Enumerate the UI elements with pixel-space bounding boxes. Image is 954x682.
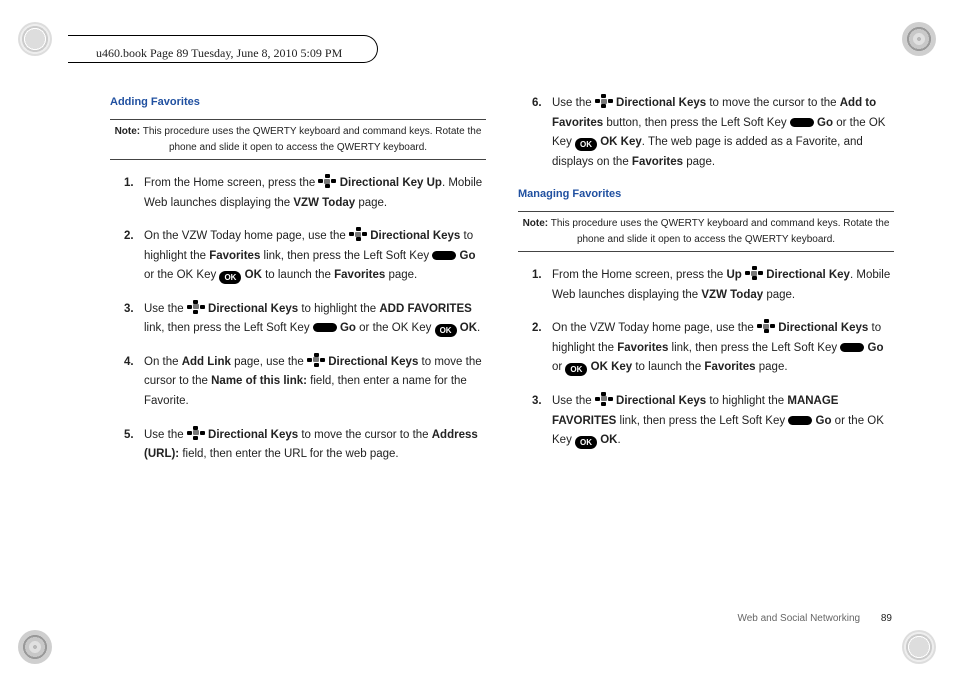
ok-key-icon: OK <box>435 324 457 337</box>
ok-key-icon: OK <box>219 271 241 284</box>
section-name: Web and Social Networking <box>737 613 860 624</box>
left-soft-key-icon <box>313 323 337 332</box>
list-item: 2. On the VZW Today home page, use the D… <box>532 319 894 378</box>
left-soft-key-icon <box>432 251 456 260</box>
header-text: u460.book Page 89 Tuesday, June 8, 2010 … <box>96 46 342 60</box>
ok-key-icon: OK <box>575 138 597 151</box>
left-soft-key-icon <box>840 343 864 352</box>
steps-list: 1. From the Home screen, press the Up Di… <box>532 266 894 450</box>
directional-key-icon <box>307 353 325 367</box>
ok-key-icon: OK <box>575 436 597 449</box>
directional-key-icon <box>318 174 336 188</box>
list-item: 4. On the Add Link page, use the Directi… <box>124 353 486 412</box>
left-column: Adding Favorites Note: This procedure us… <box>110 94 486 622</box>
page-footer: Web and Social Networking 89 <box>737 613 892 624</box>
note-text: This procedure uses the QWERTY keyboard … <box>143 126 482 153</box>
left-soft-key-icon <box>788 416 812 425</box>
directional-key-icon <box>349 227 367 241</box>
directional-key-icon <box>187 300 205 314</box>
printmark-tr <box>902 22 936 56</box>
directional-key-icon <box>757 319 775 333</box>
note-label: Note: <box>115 126 141 137</box>
heading-adding-favorites: Adding Favorites <box>110 94 486 111</box>
note-text: This procedure uses the QWERTY keyboard … <box>551 218 890 245</box>
note-box: Note: This procedure uses the QWERTY key… <box>110 119 486 160</box>
note-label: Note: <box>523 218 549 229</box>
right-column: 6. Use the Directional Keys to move the … <box>518 94 894 622</box>
list-item: 3. Use the Directional Keys to highlight… <box>532 392 894 451</box>
framemaker-header: u460.book Page 89 Tuesday, June 8, 2010 … <box>96 46 894 61</box>
ok-key-icon: OK <box>565 363 587 376</box>
printmark-bl <box>18 630 52 664</box>
list-item: 3. Use the Directional Keys to highlight… <box>124 300 486 339</box>
list-item: 5. Use the Directional Keys to move the … <box>124 426 486 465</box>
list-item: 2. On the VZW Today home page, use the D… <box>124 227 486 286</box>
directional-key-icon <box>745 266 763 280</box>
left-soft-key-icon <box>790 118 814 127</box>
directional-key-icon <box>187 426 205 440</box>
page-number: 89 <box>881 613 892 624</box>
heading-managing-favorites: Managing Favorites <box>518 186 894 203</box>
steps-list: 1. From the Home screen, press the Direc… <box>124 174 486 465</box>
printmark-tl <box>18 22 52 56</box>
note-box: Note: This procedure uses the QWERTY key… <box>518 211 894 252</box>
steps-list-cont: 6. Use the Directional Keys to move the … <box>532 94 894 172</box>
printmark-br <box>902 630 936 664</box>
list-item: 6. Use the Directional Keys to move the … <box>532 94 894 172</box>
directional-key-icon <box>595 392 613 406</box>
directional-key-icon <box>595 94 613 108</box>
list-item: 1. From the Home screen, press the Direc… <box>124 174 486 213</box>
list-item: 1. From the Home screen, press the Up Di… <box>532 266 894 305</box>
page-body: Adding Favorites Note: This procedure us… <box>110 94 894 622</box>
